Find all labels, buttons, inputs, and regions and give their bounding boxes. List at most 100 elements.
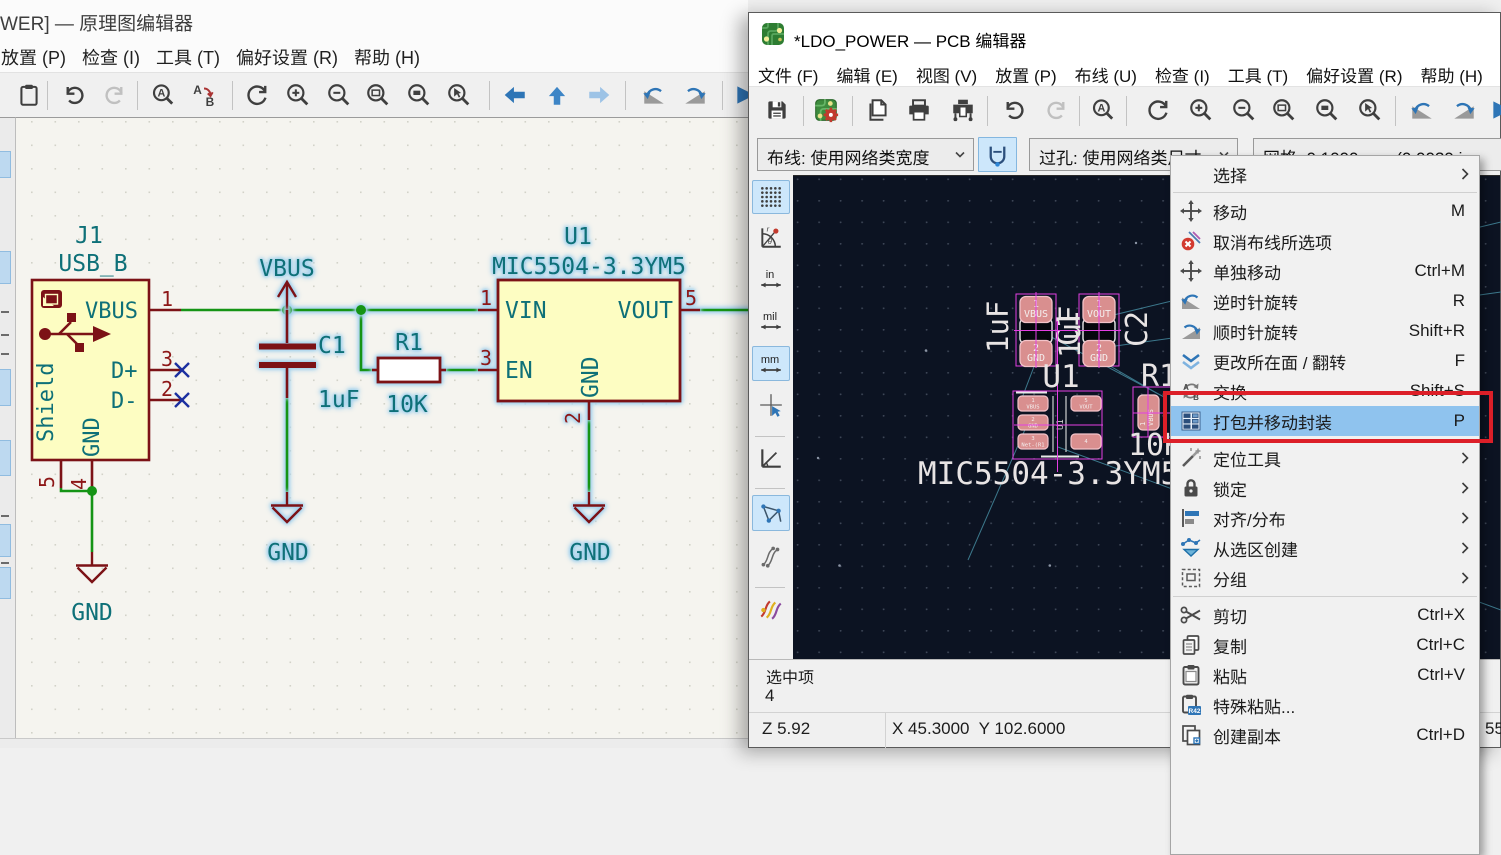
c2-fp-ref: C2 <box>1120 311 1155 347</box>
find-icon[interactable] <box>1090 97 1116 123</box>
menu-preferences[interactable]: 偏好设置 (R) <box>1297 55 1411 86</box>
menu-item-position-tools[interactable]: 定位工具 <box>1171 443 1479 473</box>
u1-symbol[interactable]: VIN VOUT EN GND 1 3 5 2 U1 MIC5504-3.3YM… <box>478 224 700 424</box>
crosshair-cursor-icon[interactable] <box>758 392 784 418</box>
menu-item-copy[interactable]: 复制 Ctrl+C <box>1171 630 1479 660</box>
svg-text:1: 1 <box>1031 398 1034 404</box>
paste-icon[interactable] <box>16 82 42 108</box>
units-inches-icon[interactable]: in <box>758 265 784 291</box>
menu-item-select[interactable]: 选择 <box>1171 159 1479 189</box>
toolbar-button-fragment[interactable] <box>0 524 11 557</box>
menu-item-create-from-selection[interactable]: 从选区创建 <box>1171 533 1479 563</box>
redo-list-icon[interactable] <box>1451 97 1477 123</box>
redo-icon[interactable] <box>102 82 128 108</box>
refresh-icon[interactable] <box>244 82 270 108</box>
menu-item-move-individually[interactable]: 单独移动 Ctrl+M <box>1171 256 1479 286</box>
zoom-objects-icon[interactable] <box>1314 97 1340 123</box>
page-settings-icon[interactable] <box>865 97 891 123</box>
navigate-back-icon[interactable] <box>502 82 528 108</box>
toolbar-button-fragment[interactable] <box>0 567 11 599</box>
units-mils-icon[interactable]: mil <box>758 307 784 333</box>
menu-view[interactable]: 视图 (V) <box>907 55 986 86</box>
zoom-objects-icon[interactable] <box>406 82 432 108</box>
polar-coordinates-icon[interactable] <box>758 224 784 250</box>
zoom-in-icon[interactable] <box>285 82 311 108</box>
menu-item-label: 创建副本 <box>1213 723 1281 748</box>
plot-icon[interactable] <box>950 97 976 123</box>
zoom-in-icon[interactable] <box>1188 97 1214 123</box>
menu-item-lock[interactable]: 锁定 <box>1171 473 1479 503</box>
navigate-up-icon[interactable] <box>544 82 570 108</box>
j1-pin-name-dm: D- <box>111 389 138 414</box>
find-replace-icon[interactable] <box>191 82 217 108</box>
menu-place[interactable]: 放置 (P) <box>0 42 74 72</box>
toolbar-separator <box>1395 96 1396 126</box>
zoom-selection-icon[interactable] <box>1357 97 1383 123</box>
toolbar-button-fragment[interactable] <box>0 151 11 178</box>
gnd-label-c1: GND <box>267 540 309 566</box>
track-posture-button[interactable] <box>978 137 1017 172</box>
toolbar-separator <box>625 81 626 110</box>
paste-special-icon <box>1179 693 1203 717</box>
c1-fp-value: 1uF <box>981 301 1015 353</box>
menu-route[interactable]: 布线 (U) <box>1066 55 1146 86</box>
menu-item-label: 复制 <box>1213 633 1247 658</box>
rotate-cw-icon[interactable] <box>682 82 708 108</box>
refresh-icon[interactable] <box>1145 97 1171 123</box>
menu-item-unroute-selected[interactable]: 取消布线所选项 <box>1171 226 1479 256</box>
pcb-titlebar: *LDO_POWER — PCB 编辑器 <box>749 13 1500 55</box>
menu-inspect[interactable]: 检查 (I) <box>1146 55 1219 86</box>
undo-icon[interactable] <box>61 82 87 108</box>
units-mm-icon[interactable]: mm <box>758 350 784 376</box>
toolbar-separator <box>232 81 233 110</box>
menu-tools[interactable]: 工具 (T) <box>148 42 228 72</box>
save-icon[interactable] <box>764 97 790 123</box>
menu-help[interactable]: 帮助 (H) <box>1411 55 1491 86</box>
menu-inspect[interactable]: 检查 (I) <box>74 42 148 72</box>
menu-item-paste-special[interactable]: 特殊粘贴... <box>1171 690 1479 720</box>
zoom-out-icon[interactable] <box>1231 97 1257 123</box>
redo-icon[interactable] <box>1044 97 1070 123</box>
board-setup-icon[interactable] <box>813 97 839 123</box>
navigate-forward-icon[interactable] <box>586 82 612 108</box>
menu-file[interactable]: 文件 (F) <box>749 55 827 86</box>
menu-tools[interactable]: 工具 (T) <box>1219 55 1297 86</box>
schematic-canvas[interactable]: VBUS D+ D- Shield GND 1 3 2 5 4 J1 USB_B <box>15 117 748 738</box>
zoom-out-icon[interactable] <box>326 82 352 108</box>
print-icon[interactable] <box>906 97 932 123</box>
zoom-fit-icon[interactable] <box>1271 97 1297 123</box>
net-highlight-icon[interactable] <box>758 596 784 622</box>
toolbar-button-fragment[interactable] <box>0 440 11 476</box>
menu-item-cut[interactable]: 剪切 Ctrl+X <box>1171 600 1479 630</box>
undo-list-icon[interactable] <box>1409 97 1435 123</box>
menu-item-rotate-ccw[interactable]: 逆时针旋转 R <box>1171 286 1479 316</box>
menu-item-align-distribute[interactable]: 对齐/分布 <box>1171 503 1479 533</box>
rotate-ccw-icon <box>1179 289 1203 313</box>
menu-edit[interactable]: 编辑 (E) <box>827 55 906 86</box>
track-width-dropdown[interactable]: 布线: 使用网络类宽度 <box>757 138 974 171</box>
menu-item-move[interactable]: 移动 M <box>1171 196 1479 226</box>
menu-item-group[interactable]: 分组 <box>1171 563 1479 593</box>
curved-ratsnest-icon[interactable] <box>758 543 784 569</box>
menu-item-flip[interactable]: 更改所在面 / 翻转 F <box>1171 346 1479 376</box>
angle-mode-icon[interactable] <box>758 445 784 471</box>
menu-item-duplicate[interactable]: 创建副本 Ctrl+D <box>1171 720 1479 750</box>
menu-item-label: 锁定 <box>1213 476 1247 501</box>
zoom-fit-icon[interactable] <box>365 82 391 108</box>
undo-icon[interactable] <box>1001 97 1027 123</box>
zoom-selection-icon[interactable] <box>446 82 472 108</box>
menu-preferences[interactable]: 偏好设置 (R) <box>228 42 346 72</box>
toolbar-button-fragment[interactable] <box>0 369 11 406</box>
menu-place[interactable]: 放置 (P) <box>986 55 1065 86</box>
menu-help[interactable]: 帮助 (H) <box>346 42 428 72</box>
rotate-ccw-icon[interactable] <box>641 82 667 108</box>
ratsnest-icon[interactable] <box>758 500 784 526</box>
menu-item-rotate-cw[interactable]: 顺时针旋转 Shift+R <box>1171 316 1479 346</box>
menu-item-paste[interactable]: 粘贴 Ctrl+V <box>1171 660 1479 690</box>
find-icon[interactable] <box>150 82 176 108</box>
menu-item-shortcut: Ctrl+X <box>1417 605 1465 625</box>
toolbar-button-fragment[interactable] <box>0 251 11 284</box>
grid-dots-icon[interactable] <box>758 184 784 210</box>
chevron-down-icon <box>955 151 965 158</box>
run-icon[interactable] <box>1489 97 1501 123</box>
